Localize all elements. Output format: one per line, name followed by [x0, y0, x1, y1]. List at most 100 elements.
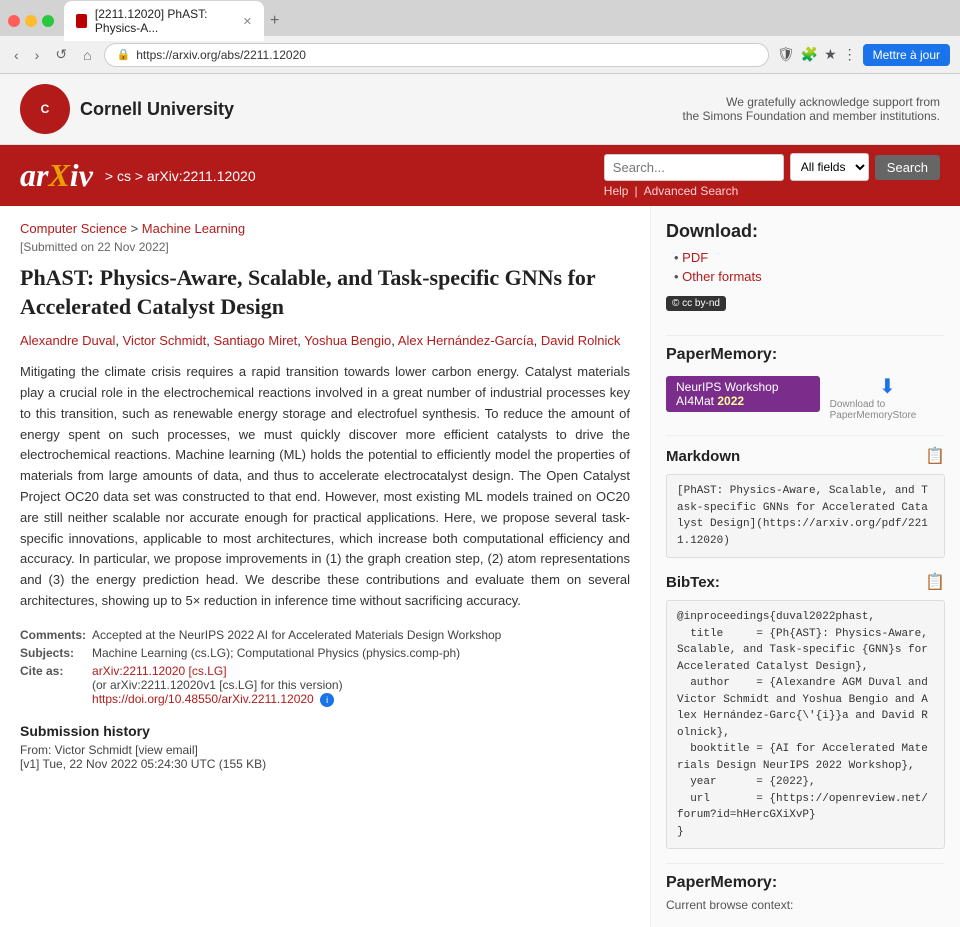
markdown-copy-icon[interactable]: 📋 [925, 446, 945, 466]
download-section: Download: PDF Other formats © cc by-nd [666, 221, 945, 325]
arxiv-logo-text: arXiv [20, 157, 93, 194]
shield-icon[interactable]: 🛡 [777, 46, 795, 63]
cornell-seal: C [20, 84, 70, 134]
divider-1 [666, 335, 945, 336]
seal-text: C [41, 102, 50, 116]
pm-store-text: Download to PaperMemoryStore [830, 399, 945, 421]
pm-footer-title: PaperMemory: [666, 874, 945, 892]
divider-3 [666, 863, 945, 864]
author-miret[interactable]: Santiago Miret [213, 333, 297, 348]
markdown-title: Markdown [666, 448, 740, 465]
maximize-dot[interactable] [42, 15, 54, 27]
bookmark-icon[interactable]: ★ [824, 46, 837, 63]
subjects-label: Subjects: [20, 644, 92, 662]
cs-link[interactable]: Computer Science [20, 221, 127, 236]
search-column: All fields Search Help | Advanced Search [604, 153, 940, 198]
papermemory-title: PaperMemory: [666, 346, 945, 364]
update-button[interactable]: Mettre à jour [863, 44, 950, 66]
comments-value: Accepted at the NeurIPS 2022 AI for Acce… [92, 626, 507, 644]
home-button[interactable]: ⌂ [79, 45, 95, 65]
author-hernandez[interactable]: Alex Hernández-García [398, 333, 534, 348]
ml-link[interactable]: Machine Learning [142, 221, 245, 236]
license-badge: © cc by-nd [666, 296, 726, 311]
search-links: Help | Advanced Search [604, 184, 940, 198]
pm-actions: NeurIPS Workshop AI4Mat 2022 ⬇ Download … [666, 374, 945, 421]
neurips-year: 2022 [717, 394, 744, 408]
cite-as-value: arXiv:2211.12020 [cs.LG] (or arXiv:2211.… [92, 662, 507, 709]
neurips-badge-container: NeurIPS Workshop AI4Mat 2022 [666, 376, 820, 420]
arxiv-id-link[interactable]: arXiv:2211.12020 [cs.LG] [92, 664, 227, 678]
minimize-dot[interactable] [25, 15, 37, 27]
abstract-text: Mitigating the climate crisis requires a… [20, 362, 630, 612]
arxiv-ar: ar [20, 157, 48, 193]
tab-bar: [2211.12020] PhAST: Physics-A... ✕ + [0, 0, 960, 36]
download-list: PDF Other formats [666, 250, 945, 284]
v1-entry: [v1] Tue, 22 Nov 2022 05:24:30 UTC (155 … [20, 757, 630, 771]
search-area: All fields Search [604, 153, 940, 181]
download-pm-btn-group: ⬇ Download to PaperMemoryStore [830, 374, 945, 421]
subjects-value: Machine Learning (cs.LG); Computational … [92, 644, 507, 662]
pdf-link[interactable]: PDF [682, 250, 708, 265]
breadcrumb: Computer Science > Machine Learning [20, 221, 630, 236]
divider-2 [666, 435, 945, 436]
url-bar[interactable]: 🔒 https://arxiv.org/abs/2211.12020 [104, 43, 769, 67]
menu-icon[interactable]: ⋮ [843, 46, 857, 63]
submission-history: Submission history From: Victor Schmidt … [20, 723, 630, 771]
sidebar: Download: PDF Other formats © cc by-nd P… [650, 206, 960, 927]
cornell-logo: C Cornell University [20, 84, 234, 134]
url-text: https://arxiv.org/abs/2211.12020 [136, 48, 306, 62]
bibtex-section: BibTex: 📋 @inproceedings{duval2022phast,… [666, 572, 945, 849]
bibtex-code: @inproceedings{duval2022phast, title = {… [666, 600, 945, 849]
search-button[interactable]: Search [875, 155, 940, 180]
site-header: C Cornell University We gratefully ackno… [0, 74, 960, 145]
download-pm-icon[interactable]: ⬇ [879, 374, 896, 399]
forward-button[interactable]: › [31, 45, 44, 65]
cite-as-label: Cite as: [20, 662, 92, 709]
arxiv-banner: arXiv > cs > arXiv:2211.12020 All fields… [0, 145, 960, 206]
cornell-name: Cornell University [80, 99, 234, 120]
main-layout: Computer Science > Machine Learning [Sub… [0, 206, 960, 927]
submitted-date: [Submitted on 22 Nov 2022] [20, 240, 630, 254]
comments-label: Comments: [20, 626, 92, 644]
markdown-header-row: Markdown 📋 [666, 446, 945, 466]
cite-as-v1: (or arXiv:2211.12020v1 [cs.LG] for this … [92, 678, 343, 692]
browser-actions: 🛡 🧩 ★ ⋮ Mettre à jour [777, 44, 950, 66]
close-dot[interactable] [8, 15, 20, 27]
tab-favicon [76, 14, 87, 28]
papermemory-section: PaperMemory: NeurIPS Workshop AI4Mat 202… [666, 346, 945, 421]
arxiv-iv: iv [70, 157, 93, 193]
tab-close-btn[interactable]: ✕ [243, 15, 252, 28]
neurips-badge: NeurIPS Workshop AI4Mat 2022 [666, 376, 820, 412]
other-formats-link[interactable]: Other formats [682, 269, 761, 284]
author-duval[interactable]: Alexandre Duval [20, 333, 115, 348]
metadata-table: Comments: Accepted at the NeurIPS 2022 A… [20, 626, 630, 709]
bibtex-title: BibTex: [666, 574, 720, 591]
license-text: cc by-nd [682, 298, 720, 309]
markdown-section: Markdown 📋 [PhAST: Physics-Aware, Scalab… [666, 446, 945, 558]
pm-footer: PaperMemory: Current browse context: [666, 874, 945, 912]
content-area: Computer Science > Machine Learning [Sub… [0, 206, 650, 927]
help-link[interactable]: Help [604, 184, 629, 198]
author-schmidt[interactable]: Victor Schmidt [123, 333, 207, 348]
arxiv-site: C Cornell University We gratefully ackno… [0, 74, 960, 927]
reload-button[interactable]: ↺ [51, 44, 71, 65]
address-bar: ‹ › ↺ ⌂ 🔒 https://arxiv.org/abs/2211.120… [0, 36, 960, 74]
advanced-search-link[interactable]: Advanced Search [644, 184, 739, 198]
download-title: Download: [666, 221, 945, 242]
submission-from: From: Victor Schmidt [view email] [20, 743, 630, 757]
browser-chrome: [2211.12020] PhAST: Physics-A... ✕ + ‹ ›… [0, 0, 960, 74]
author-rolnick[interactable]: David Rolnick [541, 333, 620, 348]
new-tab-button[interactable]: + [270, 12, 279, 30]
paper-title: PhAST: Physics-Aware, Scalable, and Task… [20, 264, 630, 321]
current-browse-context: Current browse context: [666, 898, 945, 912]
active-tab[interactable]: [2211.12020] PhAST: Physics-A... ✕ [64, 1, 264, 41]
lock-icon: 🔒 [117, 48, 131, 61]
bibtex-header-row: BibTex: 📋 [666, 572, 945, 592]
search-input[interactable] [604, 154, 784, 181]
extensions-icon[interactable]: 🧩 [801, 46, 818, 63]
back-button[interactable]: ‹ [10, 45, 23, 65]
bibtex-copy-icon[interactable]: 📋 [925, 572, 945, 592]
view-email-link[interactable]: [view email] [135, 743, 198, 757]
author-bengio[interactable]: Yoshua Bengio [304, 333, 391, 348]
field-select[interactable]: All fields [790, 153, 869, 181]
